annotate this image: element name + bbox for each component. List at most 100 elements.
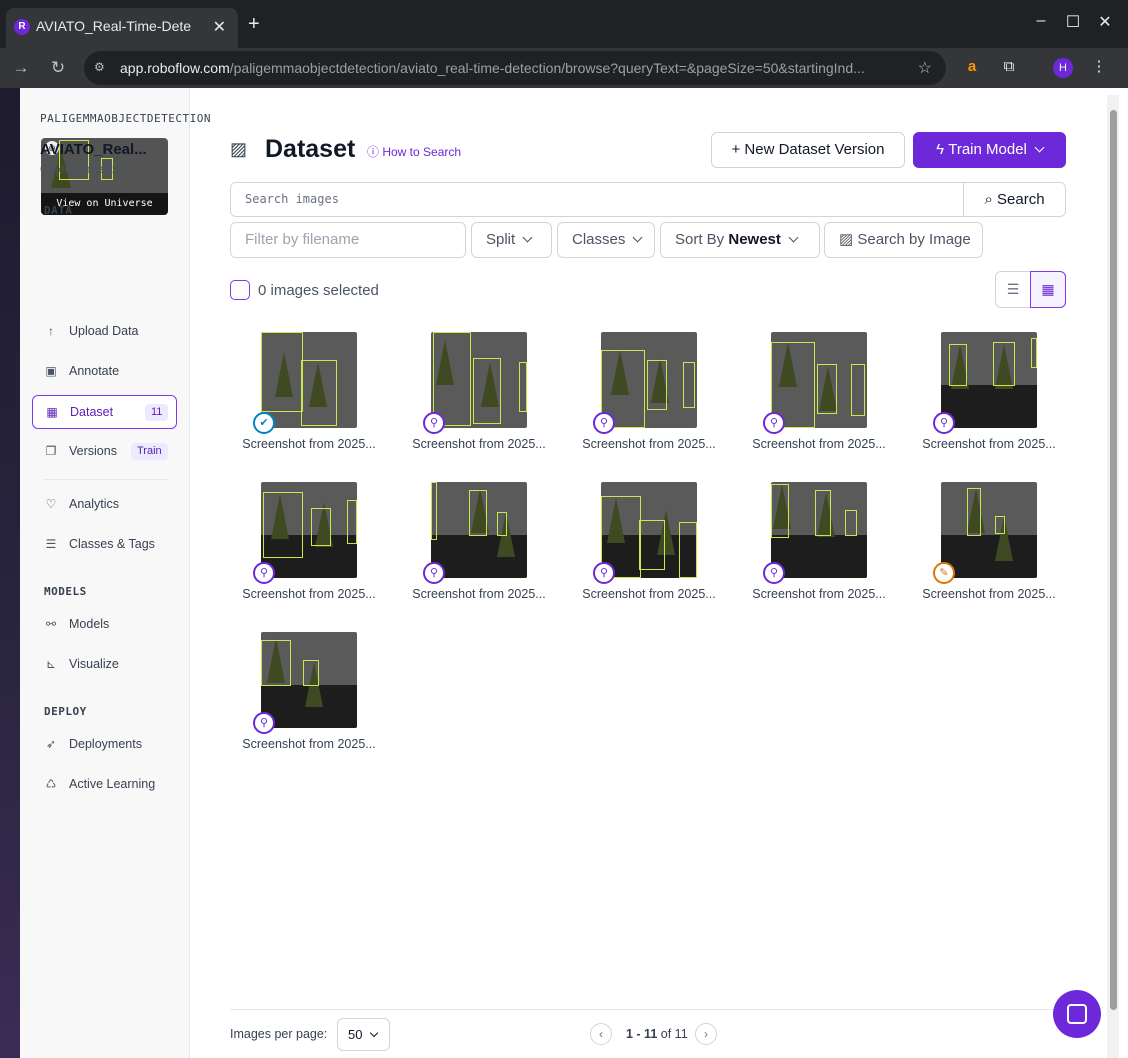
- new-dataset-version-button[interactable]: + New Dataset Version: [711, 132, 905, 168]
- bolt-icon: ϟ: [936, 141, 949, 158]
- bounding-box: [817, 364, 837, 414]
- image-card[interactable]: ⚲ Screenshot from 2025...: [239, 482, 399, 622]
- image-thumbnail[interactable]: [431, 332, 527, 428]
- grid-view-icon[interactable]: ▦: [1030, 271, 1066, 308]
- sidebar-item-dataset[interactable]: ▦ Dataset 11: [32, 395, 177, 429]
- search-button[interactable]: ⌕ Search: [963, 182, 1066, 217]
- bounding-box: [771, 484, 789, 538]
- image-thumbnail[interactable]: [941, 332, 1037, 428]
- image-filename: Screenshot from 2025...: [242, 587, 376, 601]
- bounding-box: [949, 344, 967, 386]
- image-thumbnail[interactable]: [771, 332, 867, 428]
- thumbnail-ground: [771, 534, 867, 578]
- bounding-box: [639, 520, 665, 570]
- image-thumbnail[interactable]: [771, 482, 867, 578]
- browser-tab[interactable]: R AVIATO_Real-Time-Dete ✕: [6, 8, 238, 48]
- image-thumbnail[interactable]: [941, 482, 1037, 578]
- split-dropdown[interactable]: Split: [471, 222, 552, 258]
- bounding-box: [347, 500, 357, 544]
- sort-dropdown[interactable]: Sort By Newest: [660, 222, 820, 258]
- sidebar-item-classes-tags[interactable]: ☰ Classes & Tags: [32, 528, 177, 562]
- tab-title: AVIATO_Real-Time-Dete: [36, 18, 192, 34]
- sidebar-item-visualize[interactable]: ⊾ Visualize: [32, 648, 177, 682]
- image-thumbnail[interactable]: [261, 332, 357, 428]
- maximize-icon[interactable]: ☐: [1063, 12, 1083, 32]
- bounding-box: [851, 364, 865, 416]
- train-model-button[interactable]: ϟ Train Model: [913, 132, 1066, 168]
- image-thumbnail[interactable]: [601, 332, 697, 428]
- browser-menu-icon[interactable]: ⋮: [1088, 56, 1110, 78]
- dataset-count-badge: 11: [145, 404, 169, 421]
- section-models: MODELS: [44, 585, 87, 598]
- image-card[interactable]: ⚲ Screenshot from 2025...: [749, 482, 909, 622]
- images-per-page-select[interactable]: 50: [337, 1018, 390, 1051]
- search-icon: ⌕: [984, 191, 998, 208]
- prev-page-button[interactable]: ‹: [590, 1023, 612, 1045]
- sidebar-item-models[interactable]: ⚯ Models: [32, 608, 177, 642]
- image-card[interactable]: ⚲ Screenshot from 2025...: [579, 332, 739, 472]
- background-strip: [0, 88, 20, 1058]
- how-to-search-link[interactable]: ⓘ How to Search: [367, 143, 461, 160]
- classes-dropdown[interactable]: Classes: [557, 222, 655, 258]
- assigned-status-icon: ⚲: [933, 412, 955, 434]
- image-filename: Screenshot from 2025...: [412, 437, 546, 451]
- chevron-down-icon: [522, 232, 533, 243]
- close-window-icon[interactable]: ✕: [1095, 12, 1115, 32]
- images-per-page-label: Images per page:: [230, 1027, 328, 1041]
- image-icon: ▦: [46, 405, 58, 419]
- project-menu-icon[interactable]: ⋮: [154, 140, 168, 157]
- project-name: AVIATO_Real...: [40, 141, 147, 158]
- chat-icon: [1067, 1004, 1087, 1024]
- sidebar-item-upload[interactable]: ↑ Upload Data: [32, 315, 177, 349]
- site-settings-icon[interactable]: ⚙: [94, 60, 105, 74]
- rocket-icon: ➶: [45, 737, 57, 751]
- chevron-down-icon: [1034, 142, 1045, 153]
- sidebar-item-versions[interactable]: ❐ Versions Train: [32, 435, 177, 469]
- image-card[interactable]: ✎ Screenshot from 2025...: [919, 482, 1079, 622]
- sidebar-item-annotate[interactable]: ▣ Annotate: [32, 355, 177, 389]
- image-thumbnail[interactable]: [261, 482, 357, 578]
- bounding-box: [433, 332, 471, 426]
- filename-filter-input[interactable]: Filter by filename: [230, 222, 466, 258]
- image-card[interactable]: ✔ Screenshot from 2025...: [239, 332, 399, 472]
- sidebar-item-analytics[interactable]: ♡ Analytics: [32, 488, 177, 522]
- image-thumbnail[interactable]: [261, 632, 357, 728]
- profile-avatar[interactable]: H: [1053, 58, 1073, 78]
- bookmark-star-icon[interactable]: ☆: [918, 58, 932, 78]
- close-tab-icon[interactable]: ✕: [213, 17, 226, 37]
- sidebar-item-active-learning[interactable]: ♺ Active Learning: [32, 768, 177, 802]
- image-thumbnail[interactable]: [431, 482, 527, 578]
- scrollbar-thumb[interactable]: [1110, 110, 1117, 1010]
- sidebar-item-deployments[interactable]: ➶ Deployments: [32, 728, 177, 762]
- image-card[interactable]: ⚲ Screenshot from 2025...: [749, 332, 909, 472]
- assigned-status-icon: ⚲: [593, 562, 615, 584]
- recycle-icon: ♺: [45, 777, 57, 791]
- assigned-status-icon: ⚲: [763, 562, 785, 584]
- select-all-checkbox[interactable]: [230, 280, 250, 300]
- image-card[interactable]: ⚲ Screenshot from 2025...: [579, 482, 739, 622]
- bounding-box: [469, 490, 487, 536]
- address-bar[interactable]: ⚙ app.roboflow.com/paligemmaobjectdetect…: [84, 51, 946, 85]
- image-card[interactable]: ⚲ Screenshot from 2025...: [239, 632, 399, 772]
- image-filename: Screenshot from 2025...: [242, 737, 376, 751]
- image-icon: ▨: [839, 231, 858, 248]
- minimize-icon[interactable]: –: [1031, 12, 1051, 30]
- new-tab-icon[interactable]: +: [248, 13, 264, 36]
- bounding-box: [263, 492, 303, 558]
- next-page-button[interactable]: ›: [695, 1023, 717, 1045]
- bounding-box: [519, 362, 527, 412]
- image-thumbnail[interactable]: [601, 482, 697, 578]
- search-by-image-button[interactable]: ▨ Search by Image: [824, 222, 983, 258]
- forward-icon[interactable]: →: [9, 56, 33, 80]
- image-card[interactable]: ⚲ Screenshot from 2025...: [409, 332, 569, 472]
- extensions-icon[interactable]: ⧉: [998, 56, 1020, 78]
- reload-icon[interactable]: ↻: [46, 56, 70, 80]
- image-filename: Screenshot from 2025...: [582, 587, 716, 601]
- image-card[interactable]: ⚲ Screenshot from 2025...: [919, 332, 1079, 472]
- search-input[interactable]: Search images: [230, 182, 964, 217]
- assigned-status-icon: ⚲: [423, 412, 445, 434]
- amazon-extension-icon[interactable]: a: [961, 56, 983, 78]
- image-card[interactable]: ⚲ Screenshot from 2025...: [409, 482, 569, 622]
- list-view-icon[interactable]: ☰: [995, 271, 1031, 308]
- chat-support-button[interactable]: [1053, 990, 1101, 1038]
